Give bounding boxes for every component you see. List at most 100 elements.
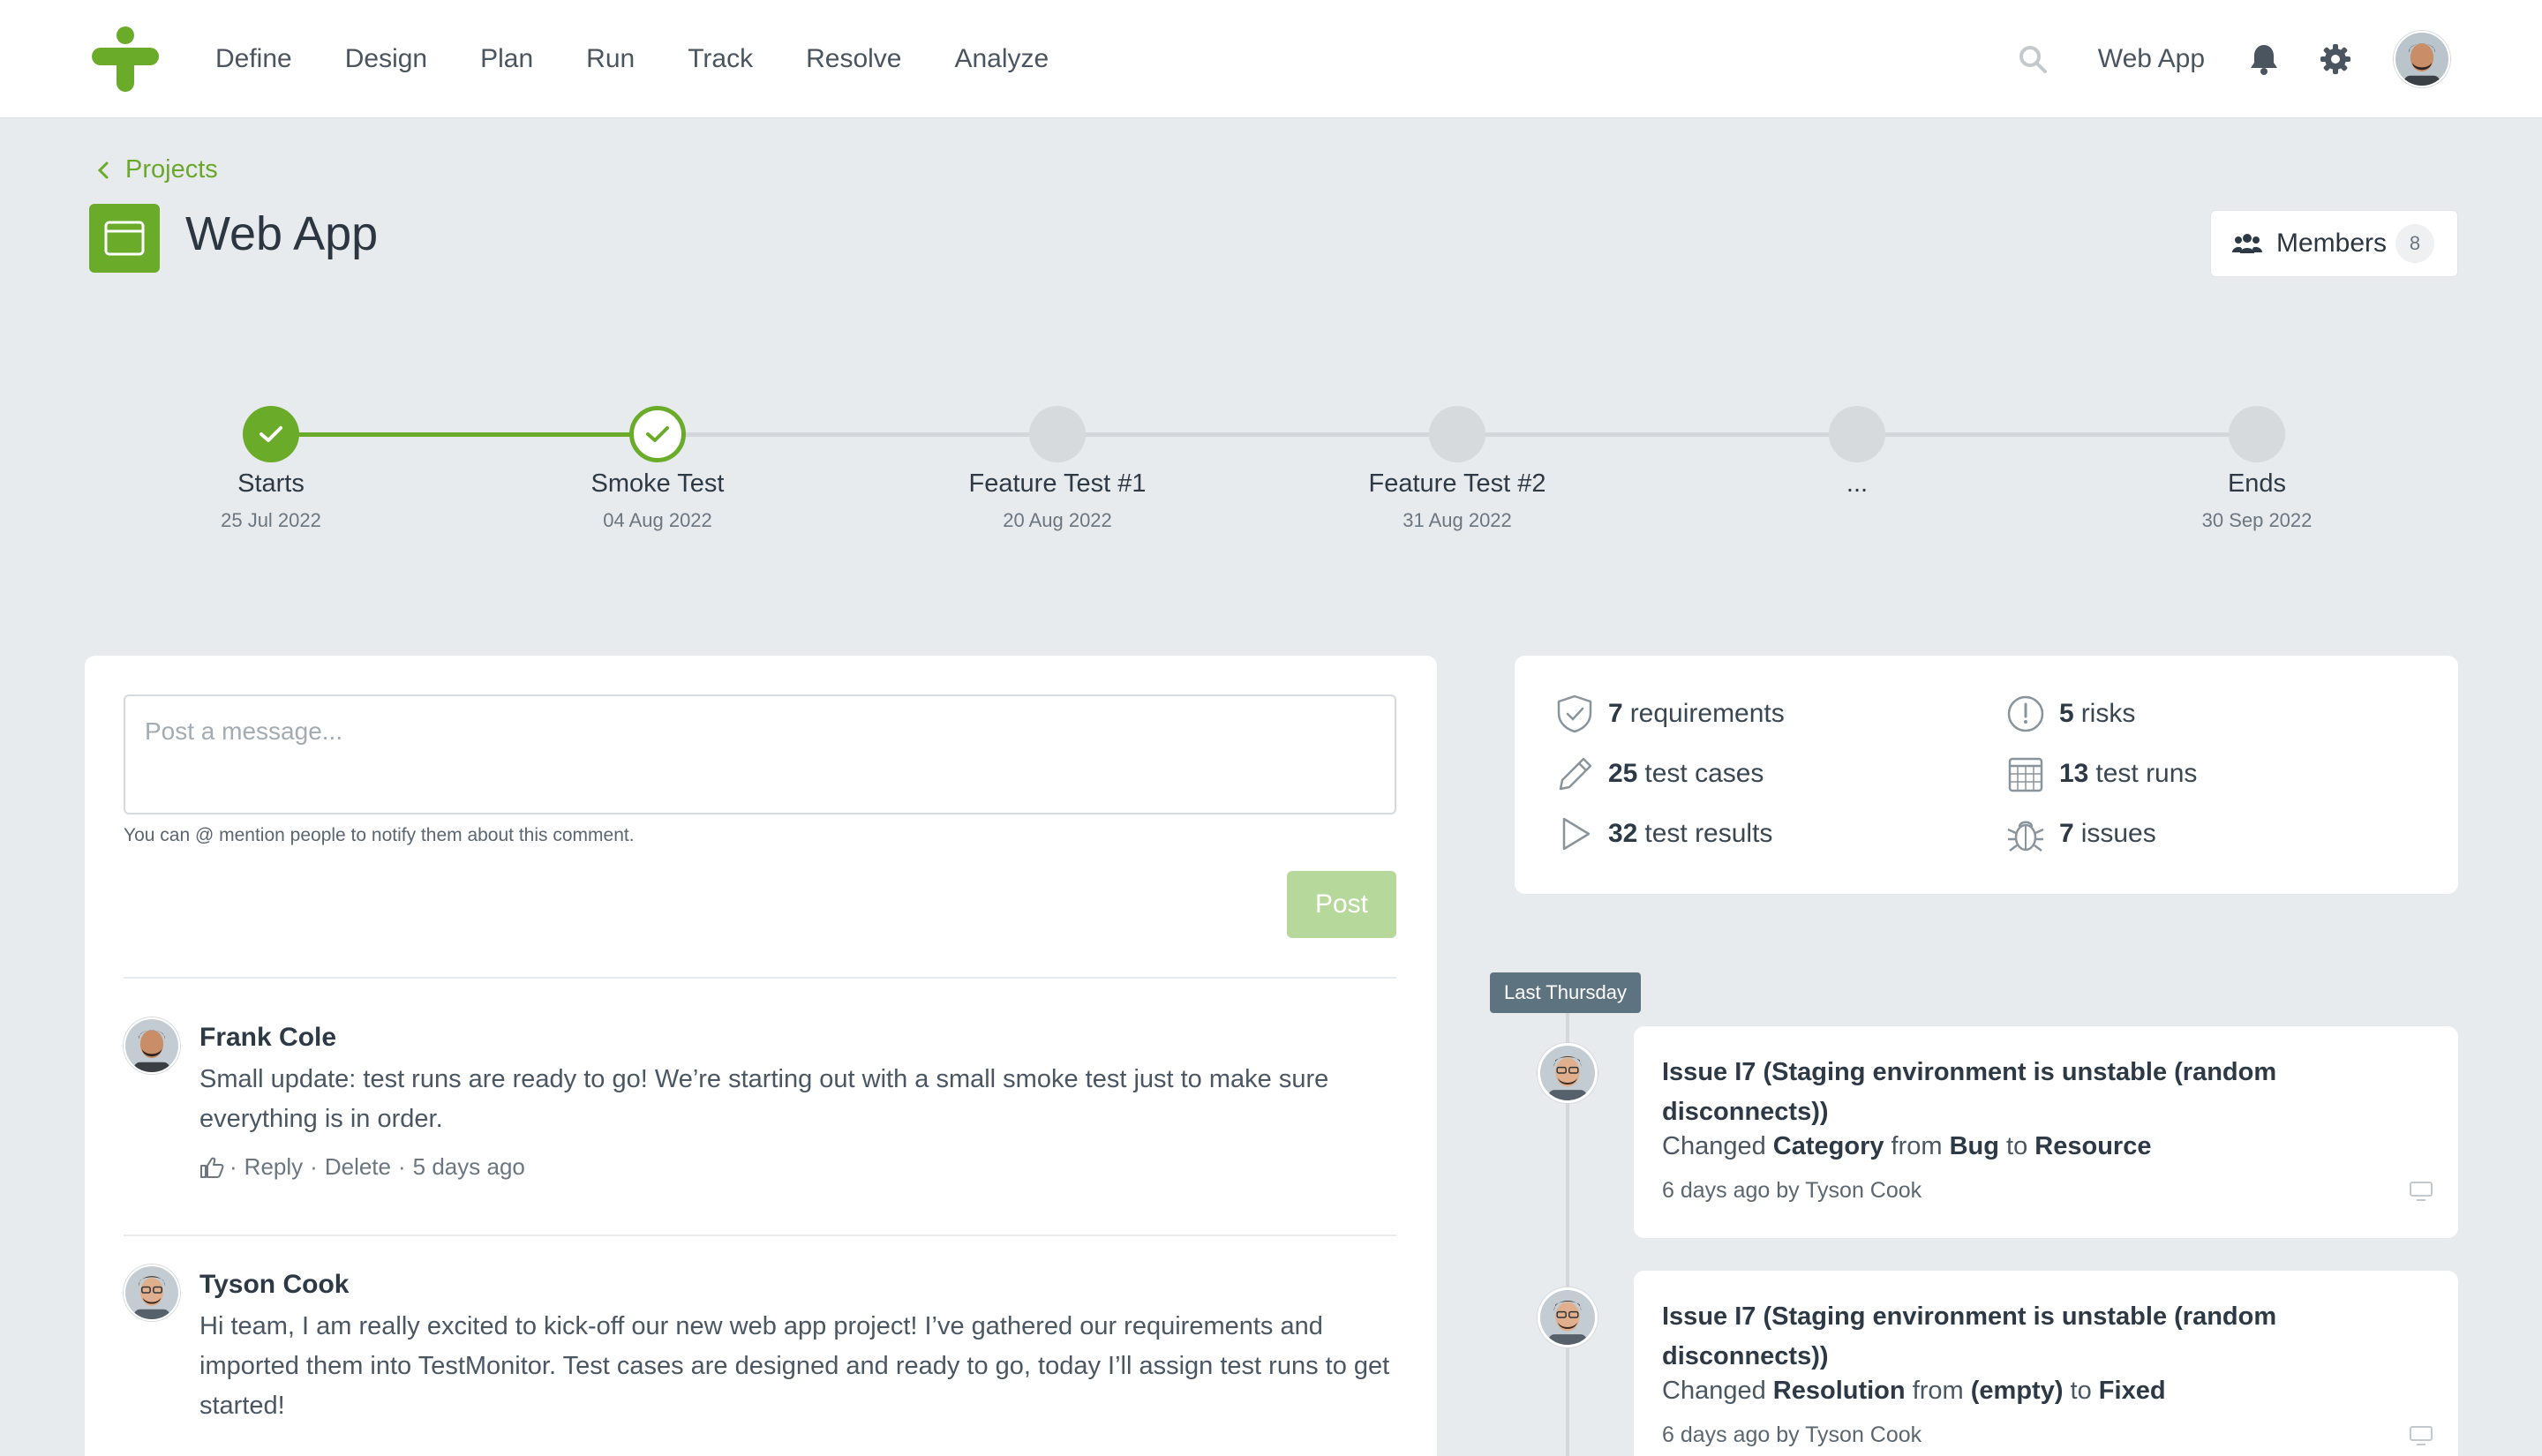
- nav-track[interactable]: Track: [688, 44, 753, 74]
- breadcrumb[interactable]: Projects: [95, 155, 218, 184]
- project-stats-panel: 7 requirements 5 risks 25 test cases 13: [1515, 656, 2458, 894]
- nav-run[interactable]: Run: [586, 44, 635, 74]
- activity-card[interactable]: Issue I7 (Staging environment is unstabl…: [1634, 1271, 2458, 1456]
- stat-test-runs[interactable]: 13 test runs: [2004, 754, 2197, 794]
- exclamation-circle-icon: [2007, 695, 2044, 732]
- stat-requirements[interactable]: 7 requirements: [1553, 694, 1785, 734]
- calendar-icon: [2008, 757, 2043, 792]
- comment-body: Hi team, I am really excited to kick-off…: [199, 1312, 1390, 1420]
- milestone-date: 31 Aug 2022: [1403, 509, 1512, 531]
- nav-design[interactable]: Design: [345, 44, 427, 74]
- milestone-name: ...: [1846, 469, 1869, 498]
- user-avatar[interactable]: [2394, 31, 2450, 87]
- activity-time: 6 days ago by Tyson Cook: [1662, 1422, 1922, 1447]
- milestone-smoke-test-node[interactable]: [629, 406, 686, 462]
- change-field: Category: [1772, 1132, 1884, 1160]
- milestone-name: Starts: [237, 469, 305, 498]
- search-icon[interactable]: [2017, 43, 2049, 75]
- milestone-date: 04 Aug 2022: [603, 509, 712, 531]
- stat-issues[interactable]: 7 issues: [2004, 814, 2156, 854]
- nav-resolve[interactable]: Resolve: [806, 44, 901, 74]
- activity-title[interactable]: Issue I7 (Staging environment is unstabl…: [1662, 1297, 2350, 1377]
- change-field: Resolution: [1772, 1377, 1906, 1405]
- stat-test-cases[interactable]: 25 test cases: [1553, 754, 1764, 794]
- message-board-panel: You can @ mention people to notify them …: [85, 656, 1437, 1456]
- mention-hint: You can @ mention people to notify them …: [124, 825, 635, 845]
- main-nav: Define Design Plan Run Track Resolve Ana…: [215, 0, 1102, 118]
- milestone-date: 25 Jul 2022: [221, 509, 321, 531]
- milestone-label: Smoke Test 04 Aug 2022: [499, 469, 816, 532]
- nav-plan[interactable]: Plan: [480, 44, 533, 74]
- post-button[interactable]: Post: [1287, 871, 1396, 938]
- change-from-word: from: [1891, 1132, 1943, 1160]
- nav-define[interactable]: Define: [215, 44, 292, 74]
- avatar[interactable]: [1538, 1043, 1598, 1103]
- project-switcher[interactable]: Web App: [2098, 44, 2205, 74]
- stat-count: 5: [2059, 699, 2074, 728]
- milestone-feature-test-2-node[interactable]: [1429, 406, 1485, 462]
- top-right-actions: Web App: [2017, 0, 2450, 118]
- stat-count: 7: [1608, 699, 1623, 728]
- members-label: Members: [2276, 229, 2388, 258]
- nav-analyze[interactable]: Analyze: [954, 44, 1049, 74]
- comment-body: Small update: test runs are ready to go!…: [199, 1065, 1329, 1133]
- milestone-feature-test-1-node[interactable]: [1029, 406, 1086, 462]
- change-from: Bug: [1949, 1132, 1999, 1160]
- avatar[interactable]: [124, 1265, 180, 1321]
- check-icon: [646, 426, 669, 442]
- milestone-name: Smoke Test: [590, 469, 725, 498]
- milestone-ends-node[interactable]: [2229, 406, 2285, 462]
- desktop-icon: [2410, 1426, 2433, 1445]
- change-to: Fixed: [2098, 1377, 2166, 1405]
- desktop-icon: [2410, 1182, 2433, 1201]
- play-icon: [1562, 817, 1591, 851]
- milestone-label: ...: [1698, 469, 2016, 509]
- separator: ·: [397, 1153, 406, 1180]
- stat-risks[interactable]: 5 risks: [2004, 694, 2135, 734]
- change-to-word: to: [2070, 1377, 2092, 1405]
- milestone-name: Ends: [2227, 469, 2287, 498]
- comment-item: Tyson Cook Hi team, I am really excited …: [124, 1265, 1396, 1456]
- app-logo-icon[interactable]: [92, 26, 159, 92]
- project-icon: [89, 204, 160, 273]
- change-verb: Changed: [1662, 1377, 1766, 1405]
- top-navigation-bar: Define Design Plan Run Track Resolve Ana…: [0, 0, 2542, 118]
- avatar[interactable]: [1538, 1287, 1598, 1347]
- stat-count: 13: [2059, 759, 2089, 788]
- milestone-label: Feature Test #1 20 Aug 2022: [899, 469, 1216, 532]
- gear-icon[interactable]: [2320, 43, 2351, 75]
- comment-time: 5 days ago: [412, 1153, 525, 1180]
- post-message-input[interactable]: [124, 694, 1396, 814]
- separator: ·: [229, 1153, 237, 1180]
- activity-time: 6 days ago by Tyson Cook: [1662, 1178, 1922, 1203]
- change-to: Resource: [2034, 1132, 2152, 1160]
- divider: [124, 1235, 1396, 1236]
- members-count-badge: 8: [2395, 224, 2435, 263]
- bell-icon[interactable]: [2249, 43, 2279, 75]
- stat-count: 25: [1608, 759, 1638, 788]
- change-verb: Changed: [1662, 1132, 1766, 1160]
- stat-count: 7: [2059, 819, 2074, 848]
- thumbs-up-icon[interactable]: [199, 1156, 224, 1179]
- users-icon: [2232, 234, 2262, 253]
- delete-link[interactable]: Delete: [325, 1153, 391, 1181]
- avatar[interactable]: [124, 1017, 180, 1074]
- milestone-starts-node[interactable]: [243, 406, 299, 462]
- breadcrumb-projects[interactable]: Projects: [125, 155, 218, 184]
- stat-label: test results: [1644, 819, 1773, 848]
- milestone-name: Feature Test #1: [968, 469, 1147, 498]
- milestone-timeline: Starts 25 Jul 2022 Smoke Test 04 Aug 202…: [0, 406, 2542, 547]
- comment-actions: · Reply · Delete · 5 days ago: [199, 1153, 532, 1181]
- activity-card[interactable]: Issue I7 (Staging environment is unstabl…: [1634, 1026, 2458, 1238]
- activity-title[interactable]: Issue I7 (Staging environment is unstabl…: [1662, 1053, 2350, 1132]
- stat-label: test runs: [2095, 759, 2198, 788]
- members-button[interactable]: Members 8: [2210, 210, 2458, 277]
- reply-link[interactable]: Reply: [244, 1153, 303, 1181]
- milestone-more-node[interactable]: [1829, 406, 1885, 462]
- milestone-label: Starts 25 Jul 2022: [112, 469, 430, 532]
- milestone-date: 20 Aug 2022: [1003, 509, 1112, 531]
- change-from: (empty): [1970, 1377, 2064, 1405]
- stat-label: risks: [2080, 699, 2136, 728]
- change-from-word: from: [1912, 1377, 1964, 1405]
- stat-test-results[interactable]: 32 test results: [1553, 814, 1772, 854]
